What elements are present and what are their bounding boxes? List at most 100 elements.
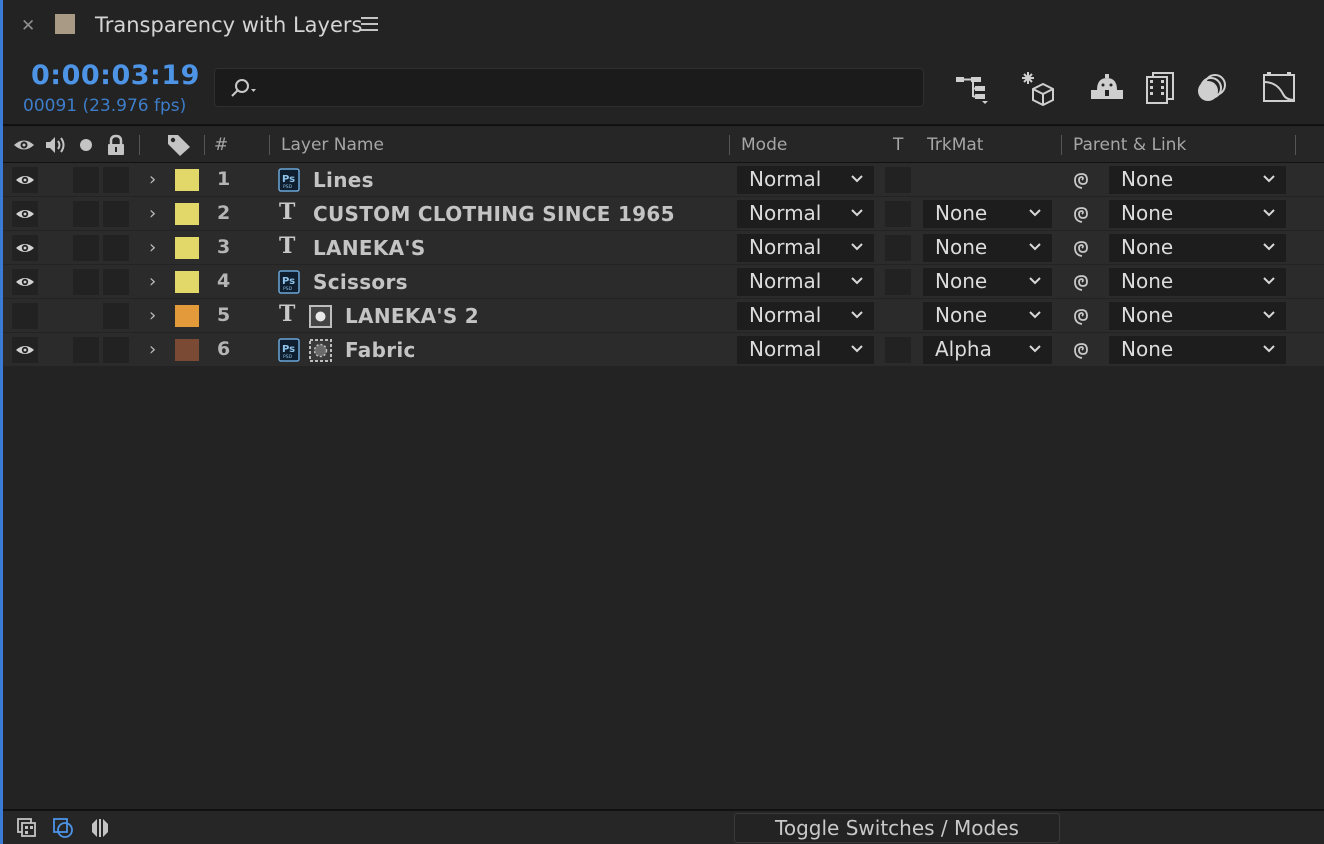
chevron-down-icon bbox=[850, 303, 864, 327]
layer-label-color[interactable] bbox=[175, 305, 199, 327]
layer-switches-pane-icon[interactable] bbox=[15, 816, 39, 840]
parent-dropdown[interactable]: None bbox=[1109, 234, 1286, 262]
text-layer-icon: T bbox=[279, 301, 296, 327]
lock-toggle[interactable] bbox=[103, 235, 129, 261]
layer-number: 2 bbox=[217, 202, 231, 224]
layer-label-color[interactable] bbox=[175, 237, 199, 259]
layer-name[interactable]: Lines bbox=[313, 168, 374, 192]
parent-pickwhip-icon[interactable] bbox=[1071, 237, 1093, 259]
layer-row[interactable]: › 5 T LANEKA'S 2 Normal None None bbox=[3, 299, 1324, 333]
preserve-transparency-toggle[interactable] bbox=[885, 269, 911, 295]
expand-chevron-icon[interactable]: › bbox=[149, 271, 156, 292]
parent-pickwhip-icon[interactable] bbox=[1071, 169, 1093, 191]
audio-header-icon[interactable] bbox=[44, 134, 66, 156]
expand-chevron-icon[interactable]: › bbox=[149, 203, 156, 224]
label-tag-header-icon[interactable] bbox=[166, 133, 192, 157]
lock-toggle[interactable] bbox=[103, 303, 129, 329]
solo-header-icon[interactable] bbox=[75, 134, 97, 156]
in-out-duration-pane-icon[interactable] bbox=[88, 816, 112, 840]
layer-label-color[interactable] bbox=[175, 203, 199, 225]
mode-dropdown[interactable]: Normal bbox=[737, 234, 874, 262]
parent-dropdown[interactable]: None bbox=[1109, 268, 1286, 296]
parent-pickwhip-icon[interactable] bbox=[1071, 203, 1093, 225]
preserve-transparency-toggle[interactable] bbox=[885, 337, 911, 363]
track-matte-dropdown[interactable]: Alpha bbox=[923, 336, 1052, 364]
mode-dropdown[interactable]: Normal bbox=[737, 166, 874, 194]
layer-label-color[interactable] bbox=[175, 169, 199, 191]
track-matte-value: Alpha bbox=[935, 337, 992, 361]
video-visibility-header-icon[interactable] bbox=[13, 134, 35, 156]
lock-header-icon[interactable] bbox=[105, 134, 127, 156]
visibility-toggle[interactable] bbox=[12, 303, 38, 329]
visibility-eye-icon[interactable] bbox=[12, 201, 38, 227]
solo-toggle[interactable] bbox=[73, 167, 99, 193]
close-tab-icon[interactable]: ✕ bbox=[21, 16, 35, 36]
visibility-eye-icon[interactable] bbox=[12, 269, 38, 295]
header-layer-name[interactable]: Layer Name bbox=[281, 135, 384, 155]
layer-row[interactable]: › 4 Ps PSD Scissors Normal None None bbox=[3, 265, 1324, 299]
track-matte-dropdown[interactable]: None bbox=[923, 268, 1052, 296]
solo-toggle[interactable] bbox=[73, 201, 99, 227]
solo-toggle[interactable] bbox=[73, 269, 99, 295]
parent-dropdown[interactable]: None bbox=[1109, 200, 1286, 228]
expand-chevron-icon[interactable]: › bbox=[149, 237, 156, 258]
preserve-transparency-toggle[interactable] bbox=[885, 235, 911, 261]
comp-tab-title[interactable]: Transparency with Layers bbox=[95, 13, 362, 37]
parent-dropdown[interactable]: None bbox=[1109, 336, 1286, 364]
parent-pickwhip-icon[interactable] bbox=[1071, 271, 1093, 293]
layer-row[interactable]: › 2 T CUSTOM CLOTHING SINCE 1965 Normal None N… bbox=[3, 197, 1324, 231]
parent-dropdown[interactable]: None bbox=[1109, 302, 1286, 330]
layer-name[interactable]: Scissors bbox=[313, 270, 408, 294]
expand-chevron-icon[interactable]: › bbox=[149, 305, 156, 326]
mode-dropdown[interactable]: Normal bbox=[737, 302, 874, 330]
parent-dropdown[interactable]: None bbox=[1109, 166, 1286, 194]
layer-label-color[interactable] bbox=[175, 339, 199, 361]
lock-toggle[interactable] bbox=[103, 201, 129, 227]
draft-3d-icon[interactable] bbox=[1019, 70, 1059, 107]
layer-name[interactable]: LANEKA'S bbox=[313, 236, 426, 260]
visibility-eye-icon[interactable] bbox=[12, 167, 38, 193]
parent-pickwhip-icon[interactable] bbox=[1071, 339, 1093, 361]
mode-dropdown[interactable]: Normal bbox=[737, 268, 874, 296]
graph-editor-icon[interactable] bbox=[1259, 70, 1299, 106]
panel-menu-icon[interactable] bbox=[361, 17, 378, 35]
panel-tab-bar: ✕ Transparency with Layers bbox=[3, 0, 1324, 52]
parent-pickwhip-icon[interactable] bbox=[1071, 305, 1093, 327]
composition-flowchart-icon[interactable] bbox=[953, 70, 993, 106]
mode-dropdown[interactable]: Normal bbox=[737, 336, 874, 364]
current-time-display[interactable]: 0:00:03:19 bbox=[31, 60, 200, 91]
track-matte-dropdown[interactable]: None bbox=[923, 200, 1052, 228]
expand-chevron-icon[interactable]: › bbox=[149, 169, 156, 190]
layer-name[interactable]: LANEKA'S 2 bbox=[345, 304, 479, 328]
svg-text:PSD: PSD bbox=[283, 286, 293, 292]
layer-label-color[interactable] bbox=[175, 271, 199, 293]
layer-name[interactable]: CUSTOM CLOTHING SINCE 1965 bbox=[313, 202, 675, 226]
parent-value: None bbox=[1121, 269, 1174, 293]
layer-row[interactable]: › 6 Ps PSD Fabric Normal Alpha None bbox=[3, 333, 1324, 367]
expand-chevron-icon[interactable]: › bbox=[149, 339, 156, 360]
mode-dropdown[interactable]: Normal bbox=[737, 200, 874, 228]
preserve-transparency-toggle[interactable] bbox=[885, 201, 911, 227]
lock-toggle[interactable] bbox=[103, 167, 129, 193]
transfer-controls-pane-icon[interactable] bbox=[51, 816, 75, 840]
layer-name[interactable]: Fabric bbox=[345, 338, 416, 362]
shy-layers-icon[interactable] bbox=[1087, 70, 1127, 106]
frame-blending-icon[interactable] bbox=[1141, 70, 1181, 106]
track-matte-dropdown[interactable]: None bbox=[923, 234, 1052, 262]
lock-toggle[interactable] bbox=[103, 337, 129, 363]
layer-row[interactable]: › 1 Ps PSD Lines Normal None bbox=[3, 163, 1324, 197]
search-icon[interactable] bbox=[227, 77, 261, 99]
preserve-transparency-toggle[interactable] bbox=[885, 167, 911, 193]
visibility-eye-icon[interactable] bbox=[12, 337, 38, 363]
solo-toggle[interactable] bbox=[73, 337, 99, 363]
lock-toggle[interactable] bbox=[103, 269, 129, 295]
search-input[interactable] bbox=[214, 68, 924, 107]
track-matte-value: None bbox=[935, 269, 988, 293]
visibility-eye-icon[interactable] bbox=[12, 235, 38, 261]
motion-blur-icon[interactable] bbox=[1193, 70, 1233, 106]
header-parent-link: Parent & Link bbox=[1073, 135, 1187, 155]
track-matte-dropdown[interactable]: None bbox=[923, 302, 1052, 330]
toggle-switches-modes-button[interactable]: Toggle Switches / Modes bbox=[734, 813, 1060, 843]
layer-row[interactable]: › 3 T LANEKA'S Normal None None bbox=[3, 231, 1324, 265]
solo-toggle[interactable] bbox=[73, 235, 99, 261]
